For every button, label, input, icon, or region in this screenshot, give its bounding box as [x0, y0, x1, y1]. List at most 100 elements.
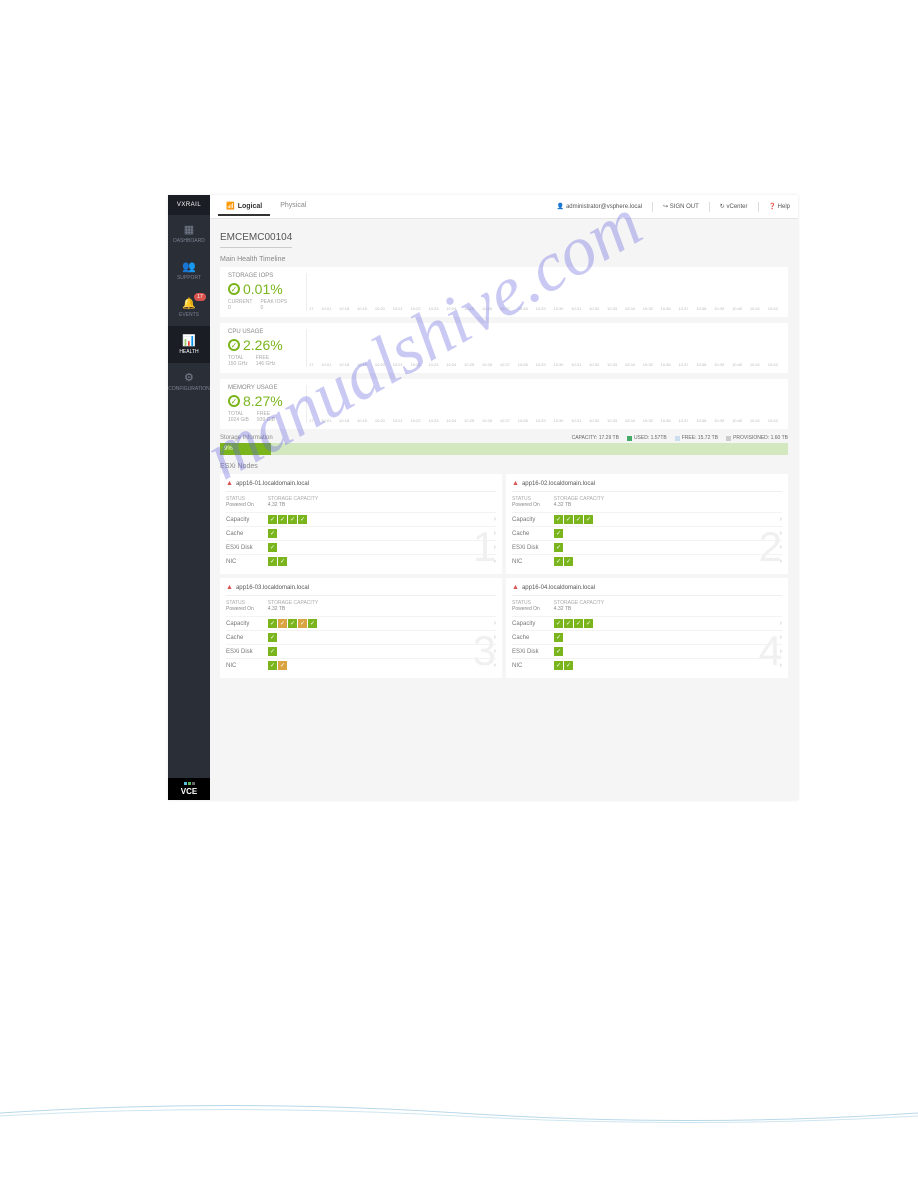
user-menu[interactable]: 👤 administrator@vsphere.local — [557, 203, 642, 210]
app-container: VXRAIL ▦DASHBOARD👥SUPPORT🔔EVENTS17📊HEALT… — [168, 195, 798, 800]
metric-sub: TOTAL150 GHzFREE146 GHz — [228, 355, 306, 367]
chevron-right-icon: › — [494, 634, 496, 641]
status-check-icon: ✓ — [564, 661, 573, 670]
main: 📶LogicalPhysical 👤 administrator@vsphere… — [210, 195, 798, 800]
help-link[interactable]: ❓ Help — [769, 203, 790, 210]
node-row-capacity[interactable]: Capacity✓✓✓✓› — [512, 616, 782, 630]
node-card: 3▲app16-03.localdomain.localSTATUSPowere… — [220, 578, 502, 678]
status-check-icon: ✓ — [288, 619, 297, 628]
status-check-icon: ✓ — [554, 661, 563, 670]
status-check-icon: ✓ — [554, 619, 563, 628]
node-row-capacity[interactable]: Capacity✓✓✓✓› — [512, 512, 782, 526]
chevron-right-icon: › — [494, 558, 496, 565]
status-check-icon: ✓ — [554, 543, 563, 552]
signal-icon: 📶 — [226, 203, 235, 210]
metric-chart: 1710:0110:1810:1910:2010:2110:2210:2310:… — [306, 385, 780, 423]
status-check-icon: ✓ — [564, 557, 573, 566]
status-check-icon: ✓ — [574, 619, 583, 628]
topbar: 📶LogicalPhysical 👤 administrator@vsphere… — [210, 195, 798, 219]
content: EMCEMC00104 Main Health Timeline STORAGE… — [210, 219, 798, 800]
node-row-esxi-disk[interactable]: ESXi Disk✓› — [226, 644, 496, 658]
node-header[interactable]: ▲app16-01.localdomain.local — [226, 480, 496, 492]
status-check-icon: ✓ — [554, 515, 563, 524]
chevron-right-icon: › — [780, 648, 782, 655]
badge: 17 — [194, 293, 206, 301]
chevron-right-icon: › — [780, 516, 782, 523]
status-check-icon: ✓ — [564, 515, 573, 524]
nav-events[interactable]: 🔔EVENTS17 — [168, 289, 210, 326]
status-check-icon: ✓ — [584, 515, 593, 524]
tab-physical[interactable]: Physical — [272, 198, 314, 216]
metric-sub: CURRENT0PEAK IOPS0 — [228, 299, 306, 311]
status-check-icon: ✓ — [298, 619, 307, 628]
footer-brand: VCE — [168, 778, 210, 800]
metric-cpu-usage: CPU USAGE✓2.26%TOTAL150 GHzFREE146 GHz17… — [220, 323, 788, 373]
status-check-icon: ✓ — [554, 633, 563, 642]
node-row-capacity[interactable]: Capacity✓✓✓✓✓› — [226, 616, 496, 630]
node-row-cache[interactable]: Cache✓› — [226, 526, 496, 540]
nav-support[interactable]: 👥SUPPORT — [168, 252, 210, 289]
warning-icon: ▲ — [226, 584, 233, 591]
metric-chart: 1710:0110:1810:1910:2010:2110:2210:2310:… — [306, 329, 780, 367]
node-row-cache[interactable]: Cache✓› — [512, 526, 782, 540]
metric-title: CPU USAGE — [228, 329, 306, 335]
status-check-icon: ✓ — [268, 543, 277, 552]
warning-icon: ▲ — [512, 480, 519, 487]
nav-configuration[interactable]: ⚙CONFIGURATION — [168, 363, 210, 400]
vcenter-link[interactable]: ↻ vCenter — [720, 203, 748, 210]
node-row-nic[interactable]: NIC✓✓› — [512, 554, 782, 568]
node-row-nic[interactable]: NIC✓✓› — [512, 658, 782, 672]
node-card: 1▲app16-01.localdomain.localSTATUSPowere… — [220, 474, 502, 574]
legend-free: FREE: 15.72 TB — [675, 435, 718, 441]
metric-sub: TOTAL1024 GiBFREE939 GiB — [228, 411, 306, 423]
status-check-icon: ✓ — [268, 647, 277, 656]
status-check-icon: ✓ — [574, 515, 583, 524]
status-check-icon: ✓ — [268, 661, 277, 670]
chevron-right-icon: › — [780, 544, 782, 551]
node-row-cache[interactable]: Cache✓› — [226, 630, 496, 644]
nav-dashboard[interactable]: ▦DASHBOARD — [168, 215, 210, 252]
status-check-icon: ✓ — [278, 619, 287, 628]
nodes-label: ESXi Nodes — [220, 463, 788, 470]
metric-title: STORAGE IOPS — [228, 273, 306, 279]
node-header[interactable]: ▲app16-04.localdomain.local — [512, 584, 782, 596]
chevron-right-icon: › — [780, 530, 782, 537]
tab-logical[interactable]: 📶Logical — [218, 198, 270, 216]
chevron-right-icon: › — [494, 516, 496, 523]
signout-link[interactable]: ↪ SIGN OUT — [663, 203, 699, 210]
legend-provisioned: PROVISIONED: 1.60 TB — [726, 435, 788, 441]
tabs: 📶LogicalPhysical — [218, 198, 314, 216]
status-check-icon: ✓ — [278, 661, 287, 670]
node-row-esxi-disk[interactable]: ESXi Disk✓› — [226, 540, 496, 554]
node-card: 2▲app16-02.localdomain.localSTATUSPowere… — [506, 474, 788, 574]
status-check-icon: ✓ — [554, 647, 563, 656]
page-title: EMCEMC00104 — [220, 232, 292, 248]
status-check-icon: ✓ — [584, 619, 593, 628]
node-header[interactable]: ▲app16-02.localdomain.local — [512, 480, 782, 492]
status-check-icon: ✓ — [278, 557, 287, 566]
node-row-cache[interactable]: Cache✓› — [512, 630, 782, 644]
node-header[interactable]: ▲app16-03.localdomain.local — [226, 584, 496, 596]
metric-value: 2.26% — [243, 337, 283, 353]
health-icon: 📊 — [182, 334, 196, 347]
warning-icon: ▲ — [226, 480, 233, 487]
status-check-icon: ✓ — [268, 557, 277, 566]
metric-value: 0.01% — [243, 281, 283, 297]
chevron-right-icon: › — [780, 634, 782, 641]
metric-storage-iops: STORAGE IOPS✓0.01%CURRENT0PEAK IOPS01710… — [220, 267, 788, 317]
node-row-nic[interactable]: NIC✓✓› — [226, 658, 496, 672]
chevron-right-icon: › — [494, 648, 496, 655]
node-row-nic[interactable]: NIC✓✓› — [226, 554, 496, 568]
status-check-icon: ✓ — [288, 515, 297, 524]
node-row-esxi-disk[interactable]: ESXi Disk✓› — [512, 644, 782, 658]
check-circle-icon: ✓ — [228, 395, 240, 407]
node-card: 4▲app16-04.localdomain.localSTATUSPowere… — [506, 578, 788, 678]
node-row-esxi-disk[interactable]: ESXi Disk✓› — [512, 540, 782, 554]
chevron-right-icon: › — [780, 662, 782, 669]
chevron-right-icon: › — [494, 530, 496, 537]
metric-title: MEMORY USAGE — [228, 385, 306, 391]
nav-health[interactable]: 📊HEALTH — [168, 326, 210, 363]
node-row-capacity[interactable]: Capacity✓✓✓✓› — [226, 512, 496, 526]
timeline-label: Main Health Timeline — [220, 256, 788, 263]
status-check-icon: ✓ — [308, 619, 317, 628]
